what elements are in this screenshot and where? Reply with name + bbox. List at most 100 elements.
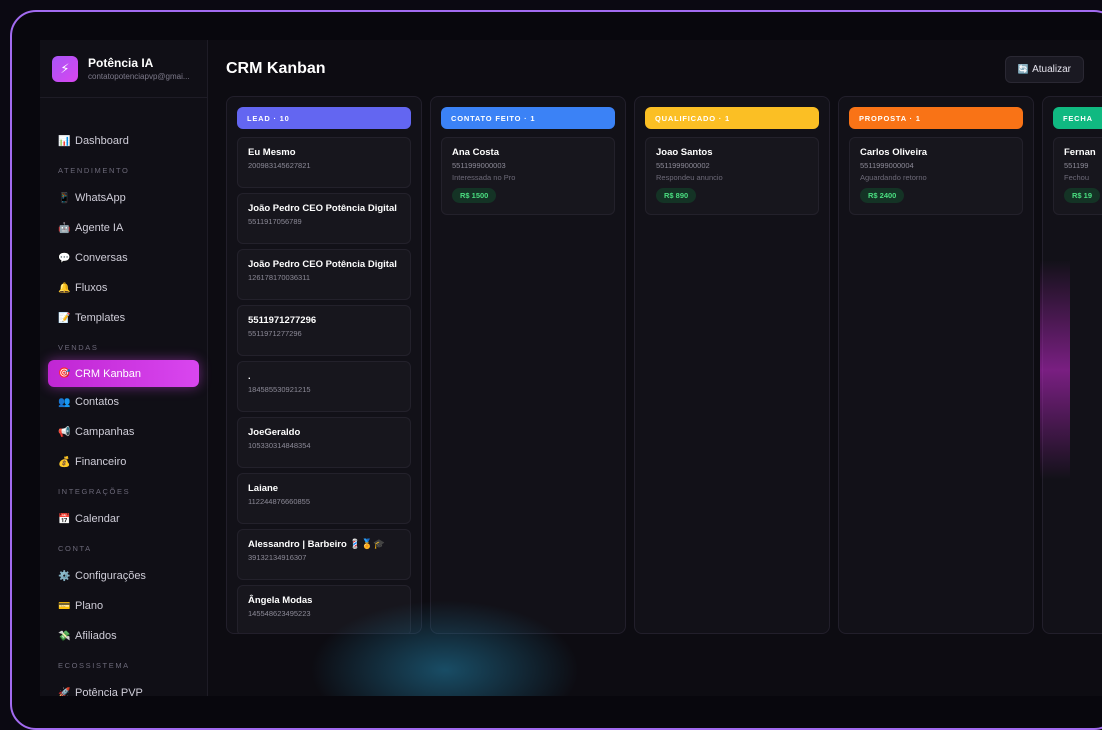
lead-card[interactable]: Carlos Oliveira 5511999000004 Aguardando r… xyxy=(849,137,1023,215)
column-qualificado[interactable]: QUALIFICADO · 1 Joao Santos 5511999000002… xyxy=(634,96,830,634)
app-screen: ⚡ Potência IA contatopotenciapvp@gmai...… xyxy=(40,40,1102,696)
card-name: Carlos Oliveira xyxy=(860,147,928,158)
refresh-button[interactable]: 🔄 Atualizar xyxy=(1004,55,1084,83)
card-name: João Pedro CEO Potência Digital xyxy=(248,203,397,214)
memo-icon: 📝 xyxy=(58,312,71,324)
page-header: CRM Kanban 🔄 Atualizar xyxy=(208,40,1102,98)
sidebar-item-potencia-pvp[interactable]: 🚀 Potência PVP xyxy=(40,678,207,696)
sidebar-item-templates[interactable]: 📝 Templates xyxy=(40,303,207,333)
sidebar-item-financeiro[interactable]: 💰 Financeiro xyxy=(40,447,207,477)
deal-value-badge: R$ 2400 xyxy=(860,188,905,203)
sidebar-item-label: WhatsApp xyxy=(75,192,126,204)
kanban-board: LEAD · 10 Eu Mesmo 200983145627821 João P… xyxy=(226,96,1102,634)
card-phone: 200983145627821 xyxy=(248,161,311,170)
lead-card[interactable]: Laiane 112244876660855 xyxy=(237,473,411,524)
lead-card[interactable]: João Pedro CEO Potência Digital 126178170… xyxy=(237,249,411,300)
sidebar: ⚡ Potência IA contatopotenciapvp@gmai...… xyxy=(40,40,208,696)
sidebar-nav: 📊 Dashboard ATENDIMENTO 📱 WhatsApp 🤖 Agente… xyxy=(40,98,207,696)
money-wings-icon: 💸 xyxy=(58,630,71,642)
card-note: Aguardando retorno xyxy=(860,173,927,182)
chart-icon: 📊 xyxy=(58,135,71,147)
card-phone: 5511971277296 xyxy=(248,329,302,338)
megaphone-icon: 📢 xyxy=(58,426,71,438)
card-name: . xyxy=(248,371,251,382)
device-frame: ⚡ Potência IA contatopotenciapvp@gmai...… xyxy=(10,10,1102,730)
card-note: Respondeu anuncio xyxy=(656,173,723,182)
sidebar-item-agente-ia[interactable]: 🤖 Agente IA xyxy=(40,213,207,243)
deal-value-badge: R$ 19 xyxy=(1064,188,1101,203)
column-header-fechado: FECHA xyxy=(1053,107,1102,129)
sidebar-item-label: CRM Kanban xyxy=(75,367,142,380)
sidebar-item-dashboard[interactable]: 📊 Dashboard xyxy=(40,126,207,156)
sidebar-item-conversas[interactable]: 💬 Conversas xyxy=(40,243,207,273)
gear-icon: ⚙️ xyxy=(58,570,71,582)
main-content: CRM Kanban 🔄 Atualizar LEAD · 10 Eu Mesmo… xyxy=(208,40,1102,696)
lead-card[interactable]: 5511971277296 5511971277296 xyxy=(237,305,411,356)
sidebar-item-campanhas[interactable]: 📢 Campanhas xyxy=(40,417,207,447)
credit-card-icon: 💳 xyxy=(58,600,71,612)
column-fechado[interactable]: FECHA Fernan 551199 Fechou R$ 19 xyxy=(1042,96,1102,634)
page-title: CRM Kanban xyxy=(226,60,326,77)
people-icon: 👥 xyxy=(58,396,71,408)
lead-card[interactable]: Ana Costa 5511999000003 Interessada no Pro… xyxy=(441,137,615,215)
sidebar-item-configuracoes[interactable]: ⚙️ Configurações xyxy=(40,561,207,591)
lead-card[interactable]: JoeGeraldo 105330314848354 xyxy=(237,417,411,468)
bell-icon: 🔔 xyxy=(58,282,71,294)
column-header-qualificado: QUALIFICADO · 1 xyxy=(645,107,819,129)
section-atendimento: ATENDIMENTO xyxy=(58,166,130,175)
card-phone: 5511917056789 xyxy=(248,217,302,226)
sidebar-item-label: Templates xyxy=(75,312,126,324)
card-name: Fernan xyxy=(1064,147,1096,158)
sidebar-item-label: Financeiro xyxy=(75,456,127,468)
lead-card[interactable]: Eu Mesmo 200983145627821 xyxy=(237,137,411,188)
sidebar-item-label: Agente IA xyxy=(75,222,124,234)
sidebar-item-afiliados[interactable]: 💸 Afiliados xyxy=(40,621,207,651)
sidebar-item-label: Afiliados xyxy=(75,630,117,642)
lightning-icon: ⚡ xyxy=(52,55,78,82)
lead-card[interactable]: . 184585530921215 xyxy=(237,361,411,412)
phone-icon: 📱 xyxy=(58,192,71,204)
section-integracoes: INTEGRAÇÕES xyxy=(58,487,131,496)
speech-bubble-icon: 💬 xyxy=(58,252,71,264)
card-phone: 105330314848354 xyxy=(248,441,311,450)
sidebar-item-fluxos[interactable]: 🔔 Fluxos xyxy=(40,273,207,303)
card-note: Interessada no Pro xyxy=(452,173,516,182)
sidebar-item-label: Fluxos xyxy=(75,282,108,294)
card-phone: 112244876660855 xyxy=(248,497,311,506)
sidebar-item-label: Configurações xyxy=(75,570,146,582)
card-name: JoeGeraldo xyxy=(248,427,301,438)
card-phone: 5511999000004 xyxy=(860,161,914,170)
deal-value-badge: R$ 890 xyxy=(656,188,697,203)
sidebar-item-crm-kanban[interactable]: 🎯 CRM Kanban xyxy=(48,360,199,387)
sidebar-item-contatos[interactable]: 👥 Contatos xyxy=(40,387,207,417)
lead-card[interactable]: Fernan 551199 Fechou R$ 19 xyxy=(1053,137,1102,215)
card-name: 5511971277296 xyxy=(248,315,317,326)
column-contato-feito[interactable]: CONTATO FEITO · 1 Ana Costa 5511999000003… xyxy=(430,96,626,634)
card-phone: 5511999000003 xyxy=(452,161,506,170)
sidebar-item-calendar[interactable]: 📅 Calendar xyxy=(40,504,207,534)
card-phone: 184585530921215 xyxy=(248,385,311,394)
section-ecossistema: ECOSSISTEMA xyxy=(58,661,130,670)
lead-card[interactable]: João Pedro CEO Potência Digital 551191705… xyxy=(237,193,411,244)
deal-value-badge: R$ 1500 xyxy=(452,188,497,203)
sidebar-item-plano[interactable]: 💳 Plano xyxy=(40,591,207,621)
rocket-icon: 🚀 xyxy=(58,687,71,697)
sidebar-item-label: Dashboard xyxy=(75,135,129,147)
card-name: Ana Costa xyxy=(452,147,499,158)
sidebar-item-whatsapp[interactable]: 📱 WhatsApp xyxy=(40,183,207,213)
column-proposta[interactable]: PROPOSTA · 1 Carlos Oliveira 551199900000… xyxy=(838,96,1034,634)
section-conta: CONTA xyxy=(58,544,92,553)
column-header-proposta: PROPOSTA · 1 xyxy=(849,107,1023,129)
card-name: Eu Mesmo xyxy=(248,147,296,158)
sidebar-item-label: Plano xyxy=(75,600,104,612)
sidebar-item-label: Conversas xyxy=(75,252,128,264)
card-name: Laiane xyxy=(248,483,279,494)
column-header-contato-feito: CONTATO FEITO · 1 xyxy=(441,107,615,129)
column-lead[interactable]: LEAD · 10 Eu Mesmo 200983145627821 João P… xyxy=(226,96,422,634)
lead-card[interactable]: Ângela Modas 145548623495223 xyxy=(237,585,411,633)
lead-card[interactable]: Alessandro | Barbeiro 💈🏅🎓 39132134916307 xyxy=(237,529,411,580)
card-name: Joao Santos xyxy=(656,147,713,158)
sidebar-item-label: Contatos xyxy=(75,396,120,408)
calendar-icon: 📅 xyxy=(58,513,71,525)
lead-card[interactable]: Joao Santos 5511999000002 Respondeu anunci… xyxy=(645,137,819,215)
